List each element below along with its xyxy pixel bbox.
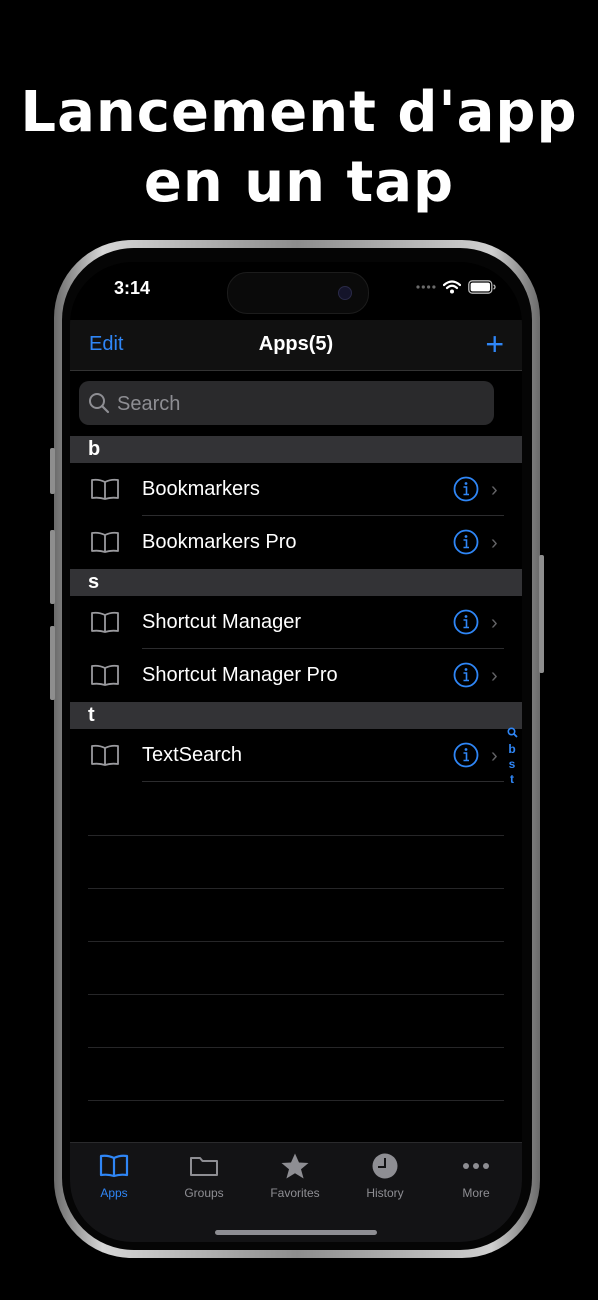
book-icon	[99, 1154, 129, 1178]
chevron-right-icon: ›	[491, 479, 498, 501]
volume-down-button	[50, 626, 55, 700]
section-header-label: t	[88, 704, 95, 726]
tab-label: Apps	[100, 1186, 128, 1200]
phone-screen: 3:14 Edit Apps(5) + b Book	[70, 262, 522, 1242]
section-header-t: t	[70, 702, 522, 729]
row-divider	[142, 781, 504, 782]
info-icon[interactable]	[453, 609, 479, 635]
status-icons	[416, 280, 496, 294]
book-icon	[91, 664, 119, 686]
empty-row-divider	[88, 941, 504, 942]
folder-icon	[190, 1157, 218, 1176]
chevron-right-icon: ›	[491, 665, 498, 687]
item-label: Bookmarkers Pro	[142, 531, 297, 553]
tab-label: Groups	[184, 1186, 224, 1200]
tab-favorites[interactable]: Favorites	[250, 1153, 340, 1200]
index-letter-s[interactable]: s	[506, 757, 518, 772]
empty-row-divider	[88, 835, 504, 836]
section-index[interactable]: b s t	[506, 727, 518, 787]
action-button	[50, 448, 55, 494]
status-time: 3:14	[114, 278, 151, 298]
tab-history[interactable]: History	[340, 1153, 430, 1200]
tab-apps[interactable]: Apps	[70, 1153, 159, 1200]
info-icon[interactable]	[453, 742, 479, 768]
search-bar[interactable]	[79, 381, 494, 427]
book-icon	[91, 478, 119, 500]
chevron-right-icon: ›	[491, 532, 498, 554]
headline-line-2: en un tap	[143, 150, 455, 215]
list-item[interactable]: Bookmarkers ›	[70, 463, 522, 516]
battery-icon	[468, 280, 496, 294]
power-button	[539, 555, 544, 673]
tab-label: Favorites	[270, 1186, 320, 1200]
promo-headline: Lancement d'app en un tap	[0, 78, 598, 218]
index-search-icon[interactable]	[506, 727, 518, 738]
item-label: Bookmarkers	[142, 478, 260, 500]
list-item[interactable]: Shortcut Manager Pro ›	[70, 649, 522, 702]
chevron-right-icon: ›	[491, 745, 498, 767]
volume-up-button	[50, 530, 55, 604]
empty-row-divider	[88, 1047, 504, 1048]
info-icon[interactable]	[453, 476, 479, 502]
index-letter-t[interactable]: t	[506, 772, 518, 787]
headline-line-1: Lancement d'app	[20, 80, 578, 145]
empty-row-divider	[88, 888, 504, 889]
wifi-icon	[443, 280, 461, 294]
search-icon	[89, 393, 110, 414]
info-icon[interactable]	[453, 529, 479, 555]
tab-bar: Apps Groups Favorites History More	[70, 1142, 522, 1242]
empty-row-divider	[88, 994, 504, 995]
search-input[interactable]	[115, 381, 479, 427]
tab-label: History	[366, 1186, 404, 1200]
navigation-bar: Edit Apps(5) +	[70, 320, 522, 371]
list-item[interactable]: Bookmarkers Pro ›	[70, 516, 522, 569]
section-header-label: b	[88, 438, 101, 460]
section-header-s: s	[70, 569, 522, 596]
home-indicator[interactable]	[215, 1230, 377, 1235]
section-header-b: b	[70, 436, 522, 463]
front-camera	[338, 286, 352, 300]
star-icon	[281, 1153, 309, 1179]
info-icon[interactable]	[453, 662, 479, 688]
item-label: TextSearch	[142, 744, 243, 766]
tab-label: More	[462, 1186, 490, 1200]
empty-row-divider	[88, 1100, 504, 1101]
add-button[interactable]: +	[485, 328, 504, 360]
page-title: Apps(5)	[258, 333, 334, 355]
tab-groups[interactable]: Groups	[159, 1153, 249, 1200]
signal-icon	[416, 285, 436, 289]
book-icon	[91, 531, 119, 553]
list-item[interactable]: Shortcut Manager ›	[70, 596, 522, 649]
dynamic-island	[227, 272, 369, 314]
book-icon	[91, 744, 119, 766]
section-header-label: s	[88, 571, 100, 593]
ellipsis-icon	[463, 1163, 489, 1169]
item-label: Shortcut Manager Pro	[142, 664, 338, 686]
tab-more[interactable]: More	[431, 1153, 521, 1200]
clock-icon	[372, 1153, 398, 1179]
list-item[interactable]: TextSearch ›	[70, 729, 522, 782]
book-icon	[91, 611, 119, 633]
index-letter-b[interactable]: b	[506, 742, 518, 757]
chevron-right-icon: ›	[491, 612, 498, 634]
item-label: Shortcut Manager	[142, 611, 301, 633]
